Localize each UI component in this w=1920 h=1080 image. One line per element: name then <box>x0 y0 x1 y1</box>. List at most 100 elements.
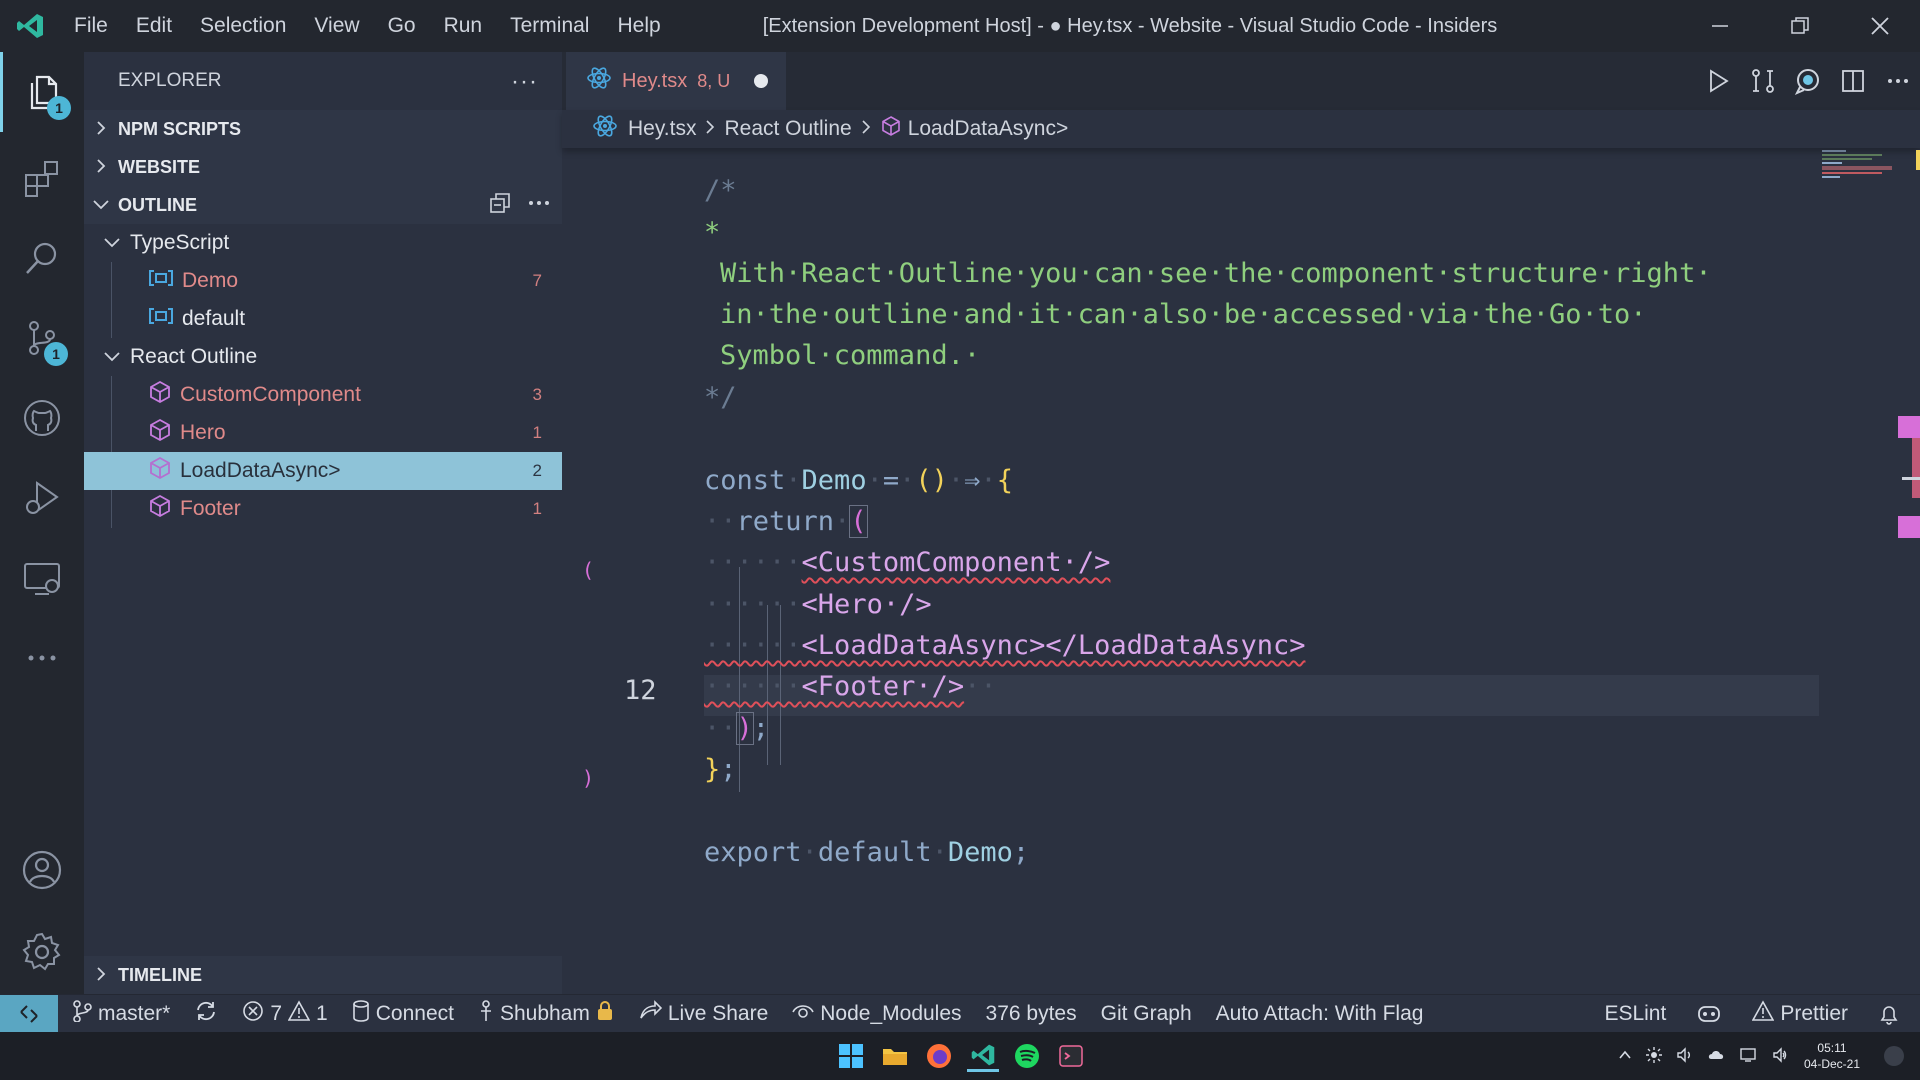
close-window-button[interactable] <box>1840 0 1920 52</box>
code-line[interactable]: * <box>704 212 720 253</box>
explorer-more-button[interactable]: ··· <box>511 68 538 96</box>
volume-icon[interactable] <box>1772 1046 1790 1066</box>
extensions-activity[interactable] <box>0 138 84 218</box>
manage-activity[interactable] <box>0 912 84 992</box>
unsaved-dot-icon[interactable] <box>754 74 768 88</box>
breadcrumb-symbol[interactable]: LoadDataAsync> <box>908 117 1069 141</box>
remote-indicator-icon[interactable] <box>0 994 58 1033</box>
outline-item-default[interactable]: default <box>84 300 562 338</box>
auto-attach-status[interactable]: Auto Attach: With Flag <box>1216 1002 1424 1026</box>
menu-terminal[interactable]: Terminal <box>496 14 603 38</box>
menu-selection[interactable]: Selection <box>186 14 300 38</box>
code-line[interactable]: /* <box>704 170 737 211</box>
gutter-bracket-open: ( <box>582 558 595 582</box>
remote-explorer-activity[interactable] <box>0 538 84 618</box>
brightness-icon[interactable] <box>1645 1046 1662 1066</box>
code-line[interactable]: ······<CustomComponent·/> <box>704 542 1110 583</box>
terminal-icon[interactable] <box>1055 1040 1087 1072</box>
chevron-right-icon <box>84 157 118 178</box>
branch-status[interactable]: master* <box>72 999 170 1028</box>
minimize-button[interactable] <box>1680 0 1760 52</box>
prettier-status[interactable]: Prettier <box>1751 1000 1848 1028</box>
code-line[interactable]: }; <box>704 749 737 790</box>
network-icon[interactable] <box>1740 1047 1758 1066</box>
source-control-activity[interactable]: 1 <box>0 298 84 378</box>
outline-item-demo[interactable]: Demo 7 <box>84 262 562 300</box>
code-line[interactable]: const·Demo·=·()·⇒·{ <box>704 460 1013 501</box>
code-line[interactable]: in·the·outline·and·it·can·also·be·access… <box>720 294 1647 335</box>
breadcrumb-file[interactable]: Hey.tsx <box>628 117 696 141</box>
chevron-up-icon[interactable] <box>1618 1048 1632 1065</box>
outline-group-react-outline[interactable]: React Outline <box>84 338 562 376</box>
menu-edit[interactable]: Edit <box>122 14 186 38</box>
run-debug-activity[interactable] <box>0 458 84 538</box>
outline-section[interactable]: OUTLINE <box>84 186 562 224</box>
code-line[interactable]: ······<LoadDataAsync></LoadDataAsync> <box>704 625 1305 666</box>
search-activity[interactable] <box>0 218 84 298</box>
problems-status[interactable]: 7 1 <box>242 999 328 1028</box>
minimap[interactable] <box>1816 148 1896 198</box>
copilot-icon[interactable] <box>1696 1003 1722 1025</box>
connect-status[interactable]: Connect <box>352 999 454 1028</box>
code-line[interactable]: ··); <box>704 708 769 749</box>
menu-help[interactable]: Help <box>603 14 674 38</box>
run-icon[interactable] <box>1695 52 1740 110</box>
sync-icon <box>194 1000 218 1028</box>
audio-icon[interactable] <box>1676 1046 1694 1066</box>
outline-item-loaddataasync[interactable]: LoadDataAsync> 2 <box>84 452 562 490</box>
file-explorer-icon[interactable] <box>879 1040 911 1072</box>
git-graph-status[interactable]: Git Graph <box>1101 1002 1192 1026</box>
explorer-title: EXPLORER <box>118 70 222 91</box>
outline-group-typescript[interactable]: TypeScript <box>84 224 562 262</box>
component-cube-icon <box>148 456 172 486</box>
spotify-icon[interactable] <box>1011 1040 1043 1072</box>
tab-hey-tsx[interactable]: Hey.tsx 8, U <box>566 52 786 110</box>
menu-view[interactable]: View <box>300 14 373 38</box>
code-line[interactable]: */ <box>704 377 737 418</box>
windows-start-icon[interactable] <box>835 1040 867 1072</box>
chevron-right-icon <box>84 119 118 140</box>
code-line[interactable]: Symbol·command.· <box>720 335 980 376</box>
scrollbar[interactable] <box>1896 148 1920 994</box>
code-line[interactable]: export·default·Demo; <box>704 832 1029 873</box>
onedrive-icon[interactable] <box>1708 1047 1726 1066</box>
sync-button[interactable] <box>194 1000 218 1028</box>
section-label: OUTLINE <box>118 194 197 215</box>
outline-more-icon[interactable] <box>526 191 552 220</box>
code-line[interactable]: ······<Footer·/>·· <box>704 666 997 707</box>
outline-item-hero[interactable]: Hero 1 <box>84 414 562 452</box>
breadcrumb-symbol-group[interactable]: React Outline <box>724 117 851 141</box>
file-size-status[interactable]: 376 bytes <box>986 1002 1077 1026</box>
accounts-activity[interactable] <box>0 830 84 910</box>
node-modules-status[interactable]: Node_Modules <box>792 1000 962 1028</box>
menu-run[interactable]: Run <box>430 14 497 38</box>
code-line[interactable]: ··return·( <box>704 501 868 542</box>
restore-button[interactable] <box>1760 0 1840 52</box>
github-activity[interactable] <box>0 378 84 458</box>
code-line[interactable]: ······<Hero·/> <box>704 584 932 625</box>
live-share-status[interactable]: Live Share <box>638 999 768 1028</box>
live-share-icon <box>638 999 662 1028</box>
outline-item-footer[interactable]: Footer 1 <box>84 490 562 528</box>
collapse-all-icon[interactable] <box>488 191 512 220</box>
website-section[interactable]: WEBSITE <box>84 148 562 186</box>
explorer-activity[interactable]: 1 <box>0 52 84 132</box>
npm-scripts-section[interactable]: NPM SCRIPTS <box>84 110 562 148</box>
menu-file[interactable]: File <box>60 14 122 38</box>
user-status[interactable]: Shubham <box>478 999 614 1028</box>
more-activity[interactable] <box>0 618 84 698</box>
menu-go[interactable]: Go <box>374 14 430 38</box>
outline-item-customcomponent[interactable]: CustomComponent 3 <box>84 376 562 414</box>
timeline-section[interactable]: TIMELINE <box>84 956 562 994</box>
live-share-chat-icon[interactable] <box>1785 52 1830 110</box>
eslint-status[interactable]: ESLint <box>1604 1002 1666 1026</box>
clock[interactable]: 05:11 04-Dec-21 <box>1804 1040 1860 1072</box>
split-editor-icon[interactable] <box>1830 52 1875 110</box>
editor-more-icon[interactable] <box>1875 52 1920 110</box>
code-line[interactable]: With·React·Outline·you·can·see·the·compo… <box>720 253 1712 294</box>
compare-changes-icon[interactable] <box>1740 52 1785 110</box>
vscode-insiders-icon[interactable] <box>967 1040 999 1072</box>
notification-center-icon[interactable] <box>1884 1046 1904 1066</box>
firefox-icon[interactable] <box>923 1040 955 1072</box>
notifications-bell-icon[interactable] <box>1878 1003 1900 1025</box>
